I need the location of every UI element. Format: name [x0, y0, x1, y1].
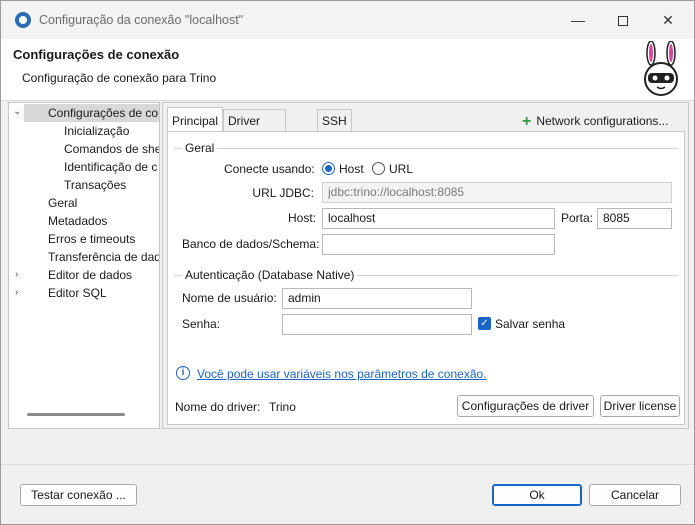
- chevron-down-icon[interactable]: ⌄: [13, 106, 21, 117]
- radio-url[interactable]: [372, 162, 385, 175]
- minimize-button[interactable]: —: [558, 7, 598, 33]
- cancel-button[interactable]: Cancelar: [589, 484, 681, 506]
- radio-url-label[interactable]: URL: [389, 162, 413, 176]
- info-icon: i: [176, 366, 190, 380]
- driver-name-value: Trino: [269, 400, 296, 414]
- tree-item-transactions[interactable]: Transações: [64, 176, 126, 194]
- username-field[interactable]: admin: [282, 288, 472, 309]
- port-field[interactable]: 8085: [597, 208, 672, 229]
- chevron-right-icon[interactable]: ›: [15, 269, 18, 280]
- database-schema-field[interactable]: [322, 234, 555, 255]
- horizontal-scrollbar[interactable]: [27, 413, 125, 416]
- principal-tab-content: Geral Conecte usando: Host URL URL JDBC:…: [167, 131, 685, 425]
- window-title: Configuração da conexão "localhost": [39, 13, 244, 27]
- radio-host[interactable]: [322, 162, 335, 175]
- app-icon: [15, 12, 31, 28]
- connection-panel: Driver properties SSH Principal + Network…: [162, 102, 689, 429]
- tree-item-shell-commands[interactable]: Comandos de she: [64, 140, 159, 158]
- tree-item-sql-editor[interactable]: Editor SQL: [48, 284, 107, 302]
- tree-item-connection-settings[interactable]: Configurações de co: [24, 104, 159, 122]
- general-group-title: Geral: [182, 141, 218, 155]
- tab-principal[interactable]: Principal: [167, 107, 224, 132]
- title-bar: Configuração da conexão "localhost" — ✕: [1, 1, 694, 39]
- close-button[interactable]: ✕: [648, 7, 688, 33]
- auth-group-title: Autenticação (Database Native): [182, 268, 358, 282]
- test-connection-button[interactable]: Testar conexão ...: [20, 484, 137, 506]
- tree-item-general[interactable]: Geral: [48, 194, 77, 212]
- tree-item-data-editor[interactable]: Editor de dados: [48, 266, 132, 284]
- ok-button[interactable]: Ok: [492, 484, 582, 506]
- username-label: Nome de usuário:: [182, 291, 277, 305]
- jdbc-url-field: jdbc:trino://localhost:8085: [322, 182, 672, 203]
- host-field[interactable]: localhost: [322, 208, 555, 229]
- dbeaver-mascot-icon: [644, 41, 678, 96]
- network-configurations-button[interactable]: + Network configurations...: [522, 113, 668, 131]
- footer-separator: [1, 464, 694, 465]
- auth-group: Autenticação (Database Native): [174, 268, 678, 282]
- driver-settings-button[interactable]: Configurações de driver: [457, 395, 594, 417]
- tree-item-metadata[interactable]: Metadados: [48, 212, 107, 230]
- connection-dialog: Configuração da conexão "localhost" — ✕ …: [0, 0, 695, 525]
- password-field[interactable]: [282, 314, 472, 335]
- tab-ssh[interactable]: SSH: [317, 109, 352, 131]
- jdbc-url-label: URL JDBC:: [252, 186, 314, 200]
- connect-using-label: Conecte usando:: [224, 162, 315, 176]
- driver-license-button[interactable]: Driver license: [600, 395, 680, 417]
- variables-help-link[interactable]: Você pode usar variáveis nos parâmetros …: [197, 367, 487, 381]
- chevron-right-icon[interactable]: ›: [15, 287, 18, 298]
- password-label: Senha:: [182, 317, 221, 331]
- save-password-label[interactable]: Salvar senha: [495, 317, 565, 331]
- tree-item-init[interactable]: Inicialização: [64, 122, 129, 140]
- tree-item-data-transfer[interactable]: Transferência de dad: [48, 248, 159, 266]
- driver-name-label: Nome do driver:: [175, 400, 261, 414]
- maximize-icon: [618, 16, 628, 27]
- tree-item-identification[interactable]: Identificação de c: [64, 158, 157, 176]
- network-configurations-label: Network configurations...: [536, 114, 669, 128]
- port-label: Porta:: [561, 211, 594, 225]
- general-group: Geral: [174, 141, 678, 155]
- save-password-checkbox[interactable]: ✓: [478, 317, 491, 330]
- maximize-button[interactable]: [603, 7, 643, 33]
- radio-host-label[interactable]: Host: [339, 162, 364, 176]
- tree-item-errors-timeouts[interactable]: Erros e timeouts: [48, 230, 135, 248]
- settings-tree[interactable]: ⌄ Configurações de co Inicialização Coma…: [8, 102, 160, 429]
- plus-icon: +: [522, 113, 532, 130]
- tab-driver-properties[interactable]: Driver properties: [223, 109, 287, 150]
- header-title: Configurações de conexão: [13, 47, 180, 62]
- database-schema-label: Banco de dados/Schema:: [182, 237, 320, 251]
- header-subtitle: Configuração de conexão para Trino: [22, 71, 217, 85]
- dialog-header: Configurações de conexão Configuração de…: [1, 39, 694, 101]
- host-label: Host:: [287, 211, 316, 225]
